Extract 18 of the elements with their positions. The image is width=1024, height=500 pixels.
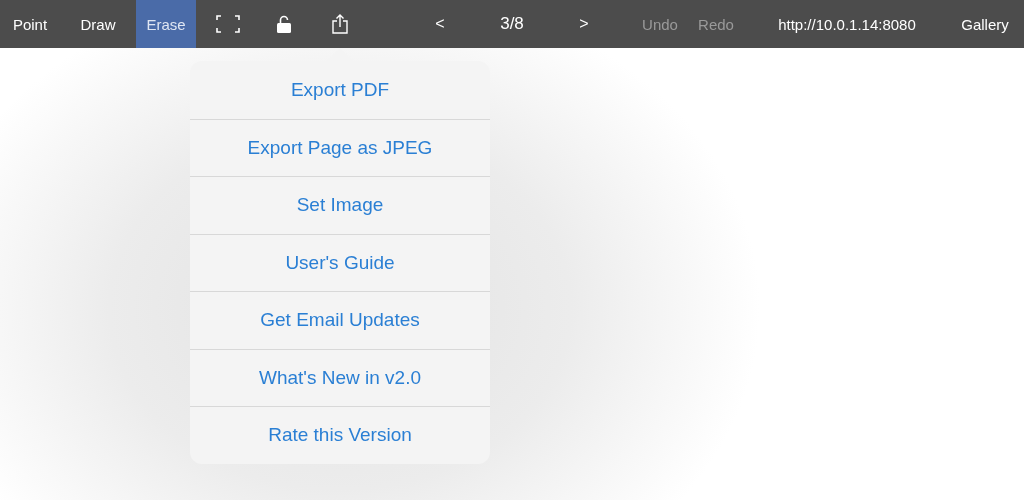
toolbar-button[interactable]: Gallery xyxy=(950,0,1020,48)
server-address: http://10.0.1.14:8080 xyxy=(778,15,916,33)
toolbar-button[interactable]: Point xyxy=(0,0,60,48)
menu-item[interactable]: Export PDF xyxy=(190,61,490,119)
toolbar-button[interactable]: Erase xyxy=(136,0,196,48)
fullscreen-icon[interactable] xyxy=(216,15,240,33)
menu-item[interactable]: Get Email Updates xyxy=(190,291,490,349)
menu-item[interactable]: Set Image xyxy=(190,176,490,234)
menu-item[interactable]: What's New in v2.0 xyxy=(190,348,490,406)
toolbar-button[interactable]: < xyxy=(410,0,470,48)
toolbar-button[interactable]: > xyxy=(554,0,614,48)
page-counter: 3/8 xyxy=(500,14,524,34)
share-icon[interactable] xyxy=(332,14,348,34)
menu-item[interactable]: User's Guide xyxy=(190,233,490,291)
menu-item[interactable]: Export Page as JPEG xyxy=(190,118,490,176)
toolbar-button[interactable]: Draw xyxy=(68,0,128,48)
lock-icon[interactable] xyxy=(277,15,291,33)
menu-item[interactable]: Rate this Version xyxy=(190,406,490,464)
